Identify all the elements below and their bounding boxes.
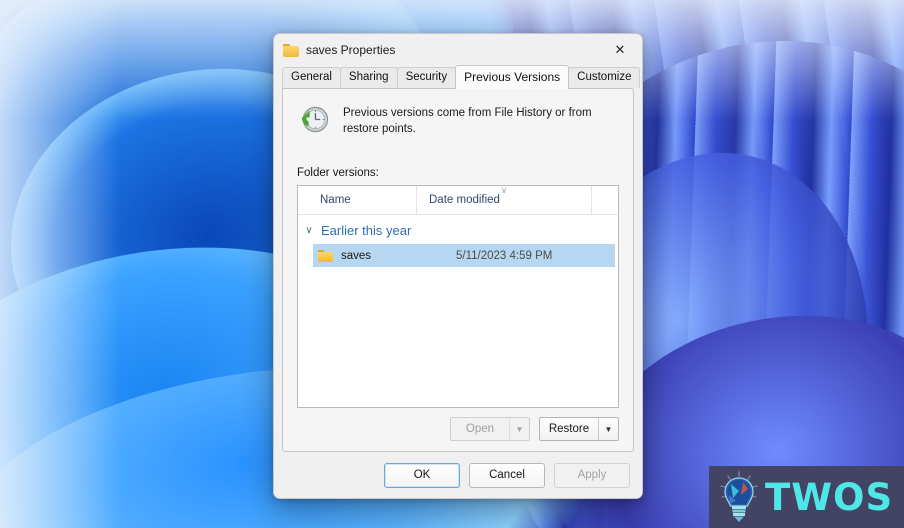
properties-dialog: saves Properties ✕ General Sharing Secur… — [273, 33, 643, 499]
tab-customize[interactable]: Customize — [568, 67, 641, 88]
list-item[interactable]: saves 5/11/2023 4:59 PM — [313, 244, 615, 267]
close-icon[interactable]: ✕ — [598, 34, 642, 65]
list-body: ∨ Earlier this year saves 5/11/2023 4:59… — [298, 215, 618, 407]
folder-versions-label: Folder versions: — [297, 167, 379, 179]
intro-text: Previous versions come from File History… — [343, 107, 592, 135]
open-button-label[interactable]: Open — [451, 418, 509, 440]
open-dropdown-icon[interactable]: ▼ — [509, 418, 529, 440]
lightbulb-icon — [720, 471, 758, 522]
restore-split-button[interactable]: Restore ▼ — [539, 417, 619, 441]
list-item-name: saves — [341, 249, 372, 262]
screen: saves Properties ✕ General Sharing Secur… — [0, 0, 904, 528]
watermark: TWOS — [709, 466, 904, 528]
apply-button[interactable]: Apply — [554, 462, 630, 488]
sort-chevron-icon: ∨ — [500, 185, 508, 195]
ok-button[interactable]: OK — [384, 462, 460, 488]
chevron-down-icon[interactable]: ∨ — [304, 225, 314, 236]
column-header-date-modified[interactable]: ∨ Date modified — [416, 186, 591, 214]
tab-general[interactable]: General — [282, 67, 341, 88]
open-split-button[interactable]: Open ▼ — [450, 417, 530, 441]
folder-versions-listbox[interactable]: Name ∨ Date modified ∨ Earlier this year — [297, 185, 619, 408]
tab-previous-versions[interactable]: Previous Versions — [455, 65, 570, 89]
folder-icon — [318, 249, 333, 262]
column-header-spacer — [591, 186, 618, 214]
list-group-header[interactable]: ∨ Earlier this year — [298, 219, 618, 242]
intro-block: Previous versions come from File History… — [297, 103, 619, 137]
list-item-date-modified: 5/11/2023 4:59 PM — [456, 249, 553, 262]
list-group-title: Earlier this year — [321, 223, 412, 238]
dialog-title: saves Properties — [306, 43, 396, 57]
list-header: Name ∨ Date modified — [298, 186, 618, 215]
folder-icon — [283, 43, 299, 57]
column-header-date-modified-label: Date modified — [429, 194, 500, 206]
dialog-footer: OK Cancel Apply — [274, 452, 642, 498]
tab-sharing[interactable]: Sharing — [339, 67, 398, 88]
action-buttons-row: Open ▼ Restore ▼ — [297, 408, 619, 441]
column-header-name[interactable]: Name — [298, 186, 416, 214]
tab-security[interactable]: Security — [396, 67, 457, 88]
tab-panel-previous-versions: Previous versions come from File History… — [282, 88, 634, 452]
restore-button-label[interactable]: Restore — [540, 418, 598, 440]
dialog-titlebar[interactable]: saves Properties ✕ — [274, 34, 642, 66]
restore-dropdown-icon[interactable]: ▼ — [598, 418, 618, 440]
clock-restore-icon — [301, 106, 329, 133]
cancel-button[interactable]: Cancel — [469, 462, 545, 488]
watermark-text: TWOS — [765, 475, 894, 519]
tab-strip: General Sharing Security Previous Versio… — [274, 65, 642, 89]
